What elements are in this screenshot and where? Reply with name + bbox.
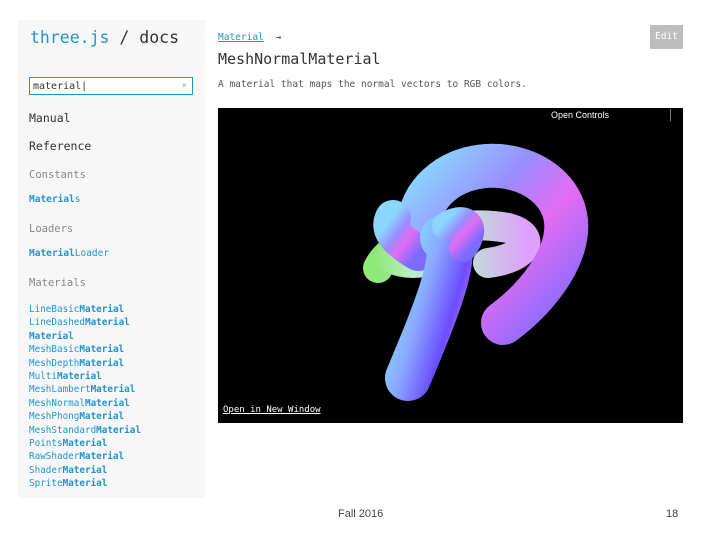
- item-prefix: LineBasic: [29, 304, 80, 315]
- edit-button[interactable]: Edit: [650, 25, 683, 49]
- item-match: Material: [79, 411, 125, 423]
- nav-group-loaders: Loaders: [29, 223, 74, 235]
- nav-link-rest: Loader: [74, 248, 110, 259]
- item-match: Material: [79, 344, 125, 356]
- material-list-item[interactable]: MeshNormalMaterial: [29, 397, 141, 410]
- item-prefix: Shader: [29, 464, 63, 476]
- material-list-item[interactable]: RawShaderMaterial: [29, 450, 141, 463]
- example-viewer[interactable]: Open Controls Open in New Window: [218, 108, 683, 423]
- page-title: MeshNormalMaterial: [218, 50, 381, 68]
- item-match: Material: [62, 464, 108, 476]
- item-prefix: MeshLambert: [29, 384, 91, 396]
- item-match: Material: [79, 304, 125, 315]
- item-match: Material: [90, 384, 136, 396]
- material-list-item[interactable]: LineDashedMaterial: [29, 316, 141, 329]
- item-match: Material: [96, 424, 141, 436]
- item-prefix: MeshDepth: [29, 357, 80, 369]
- search-value[interactable]: material: [33, 79, 87, 94]
- item-match: Material: [57, 370, 102, 382]
- open-in-new-window-link[interactable]: Open in New Window: [223, 405, 321, 415]
- material-list-item[interactable]: MeshDepthMaterial: [29, 357, 141, 370]
- site-title[interactable]: three.js / docs: [30, 28, 179, 47]
- item-prefix: MeshBasic: [29, 344, 80, 356]
- nav-group-materials: Materials: [29, 277, 86, 289]
- item-prefix: RawShader: [29, 451, 80, 463]
- nav-link-match: Material: [29, 248, 75, 259]
- torus-knot-render: [363, 143, 589, 401]
- sidebar: three.js / docs material × Manual Refere…: [18, 20, 205, 498]
- brand-name[interactable]: three.js: [30, 28, 109, 47]
- nav-link-match: Material: [29, 194, 75, 205]
- page-description: A material that maps the normal vectors …: [218, 79, 527, 90]
- nav-reference[interactable]: Reference: [29, 139, 91, 153]
- item-prefix: Multi: [29, 370, 57, 382]
- breadcrumb-link-material[interactable]: Material: [218, 32, 264, 43]
- item-match: Material: [29, 330, 74, 342]
- material-list-item[interactable]: MeshStandardMaterial: [29, 424, 141, 437]
- brand-separator: /: [119, 28, 130, 47]
- breadcrumb: Material →: [218, 32, 281, 43]
- open-controls-button[interactable]: Open Controls: [551, 110, 609, 120]
- item-prefix: MeshNormal: [29, 397, 85, 409]
- clear-search-icon[interactable]: ×: [182, 80, 187, 92]
- nav-group-constants: Constants: [29, 169, 86, 181]
- material-list-item[interactable]: MeshBasicMaterial: [29, 343, 141, 356]
- footer-term: Fall 2016: [338, 508, 384, 520]
- material-list-item[interactable]: MultiMaterial: [29, 370, 141, 383]
- footer-page-number: 18: [666, 508, 679, 520]
- material-list-item[interactable]: Material: [29, 330, 141, 343]
- nav-link-rest: s: [74, 194, 81, 205]
- item-prefix: MeshPhong: [29, 411, 80, 423]
- item-match: Material: [62, 437, 108, 449]
- item-match: Material: [79, 451, 125, 463]
- material-list-item[interactable]: PointsMaterial: [29, 437, 141, 450]
- item-match: Material: [79, 357, 125, 369]
- materials-list: LineBasicMaterial LineDashedMaterial Mater…: [29, 303, 141, 490]
- item-prefix: Sprite: [29, 478, 63, 490]
- controls-scrollbar[interactable]: [670, 109, 671, 121]
- material-list-item[interactable]: LineBasicMaterial: [29, 303, 141, 316]
- nav-link-materials[interactable]: Materials: [29, 194, 81, 205]
- item-prefix: LineDashed: [29, 317, 85, 329]
- nav-link-materialloader[interactable]: MaterialLoader: [29, 248, 109, 259]
- item-match: Material: [84, 397, 130, 409]
- breadcrumb-arrow-icon: →: [275, 32, 282, 43]
- nav-manual[interactable]: Manual: [29, 111, 71, 125]
- search-input[interactable]: material ×: [29, 77, 193, 95]
- item-prefix: Points: [29, 437, 63, 449]
- item-match: Material: [84, 317, 130, 329]
- material-list-item[interactable]: ShaderMaterial: [29, 464, 141, 477]
- item-prefix: MeshStandard: [29, 424, 97, 436]
- material-list-item[interactable]: MeshLambertMaterial: [29, 383, 141, 396]
- material-list-item[interactable]: MeshPhongMaterial: [29, 410, 141, 423]
- item-match: Material: [62, 478, 108, 490]
- material-list-item[interactable]: SpriteMaterial: [29, 477, 141, 490]
- brand-section: docs: [139, 28, 180, 47]
